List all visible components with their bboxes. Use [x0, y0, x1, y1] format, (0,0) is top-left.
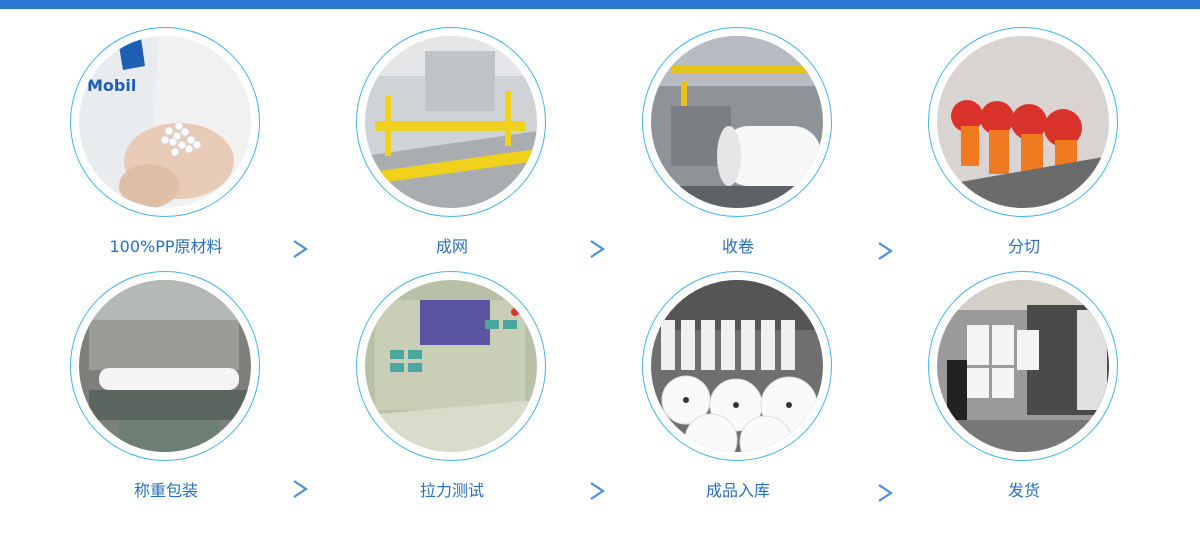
finished-rolls-warehouse-photo — [651, 280, 823, 452]
chevron-right-icon — [586, 480, 608, 502]
process-step-shipping: 发货 — [924, 271, 1124, 511]
winding-machine-photo — [651, 36, 823, 208]
process-step-slitting: 分切 — [924, 27, 1124, 267]
chevron-right-icon — [874, 240, 896, 262]
process-step-raw-material: Mobil 100%PP原材料 — [66, 27, 266, 267]
process-step-warehousing: 成品入库 — [638, 271, 838, 511]
step-label: 成品入库 — [705, 481, 770, 500]
step-label: 拉力测试 — [419, 481, 484, 500]
tensile-tester-photo — [365, 280, 537, 452]
step-image-ring: Mobil — [70, 27, 260, 217]
chevron-right-icon — [289, 478, 311, 500]
top-accent-bar — [0, 0, 1200, 9]
step-image-ring — [70, 271, 260, 461]
chevron-right-icon — [586, 238, 608, 260]
step-label: 发货 — [1007, 481, 1040, 500]
step-label: 收卷 — [721, 237, 754, 256]
step-image-ring — [928, 27, 1118, 217]
step-image-ring — [356, 27, 546, 217]
step-image-ring — [642, 27, 832, 217]
chevron-right-icon — [874, 482, 896, 504]
step-image-ring — [928, 271, 1118, 461]
shipping-container-photo — [937, 280, 1109, 452]
step-image-ring — [356, 271, 546, 461]
raw-material-pellets-photo: Mobil — [79, 36, 251, 208]
process-step-weighing-packing: 称重包装 — [66, 271, 266, 511]
mobil-logo-text: Mobil — [87, 76, 136, 95]
web-forming-machine-photo — [365, 36, 537, 208]
step-image-ring — [642, 271, 832, 461]
weighing-packing-photo — [79, 280, 251, 452]
step-label: 成网 — [435, 237, 468, 256]
process-step-tensile-test: 拉力测试 — [352, 271, 552, 511]
step-label: 分切 — [1007, 237, 1040, 256]
process-step-winding: 收卷 — [638, 27, 838, 267]
step-label: 称重包装 — [133, 481, 198, 500]
process-step-web-forming: 成网 — [352, 27, 552, 267]
step-label: 100%PP原材料 — [109, 237, 223, 256]
slitting-machine-photo — [937, 36, 1109, 208]
chevron-right-icon — [289, 238, 311, 260]
